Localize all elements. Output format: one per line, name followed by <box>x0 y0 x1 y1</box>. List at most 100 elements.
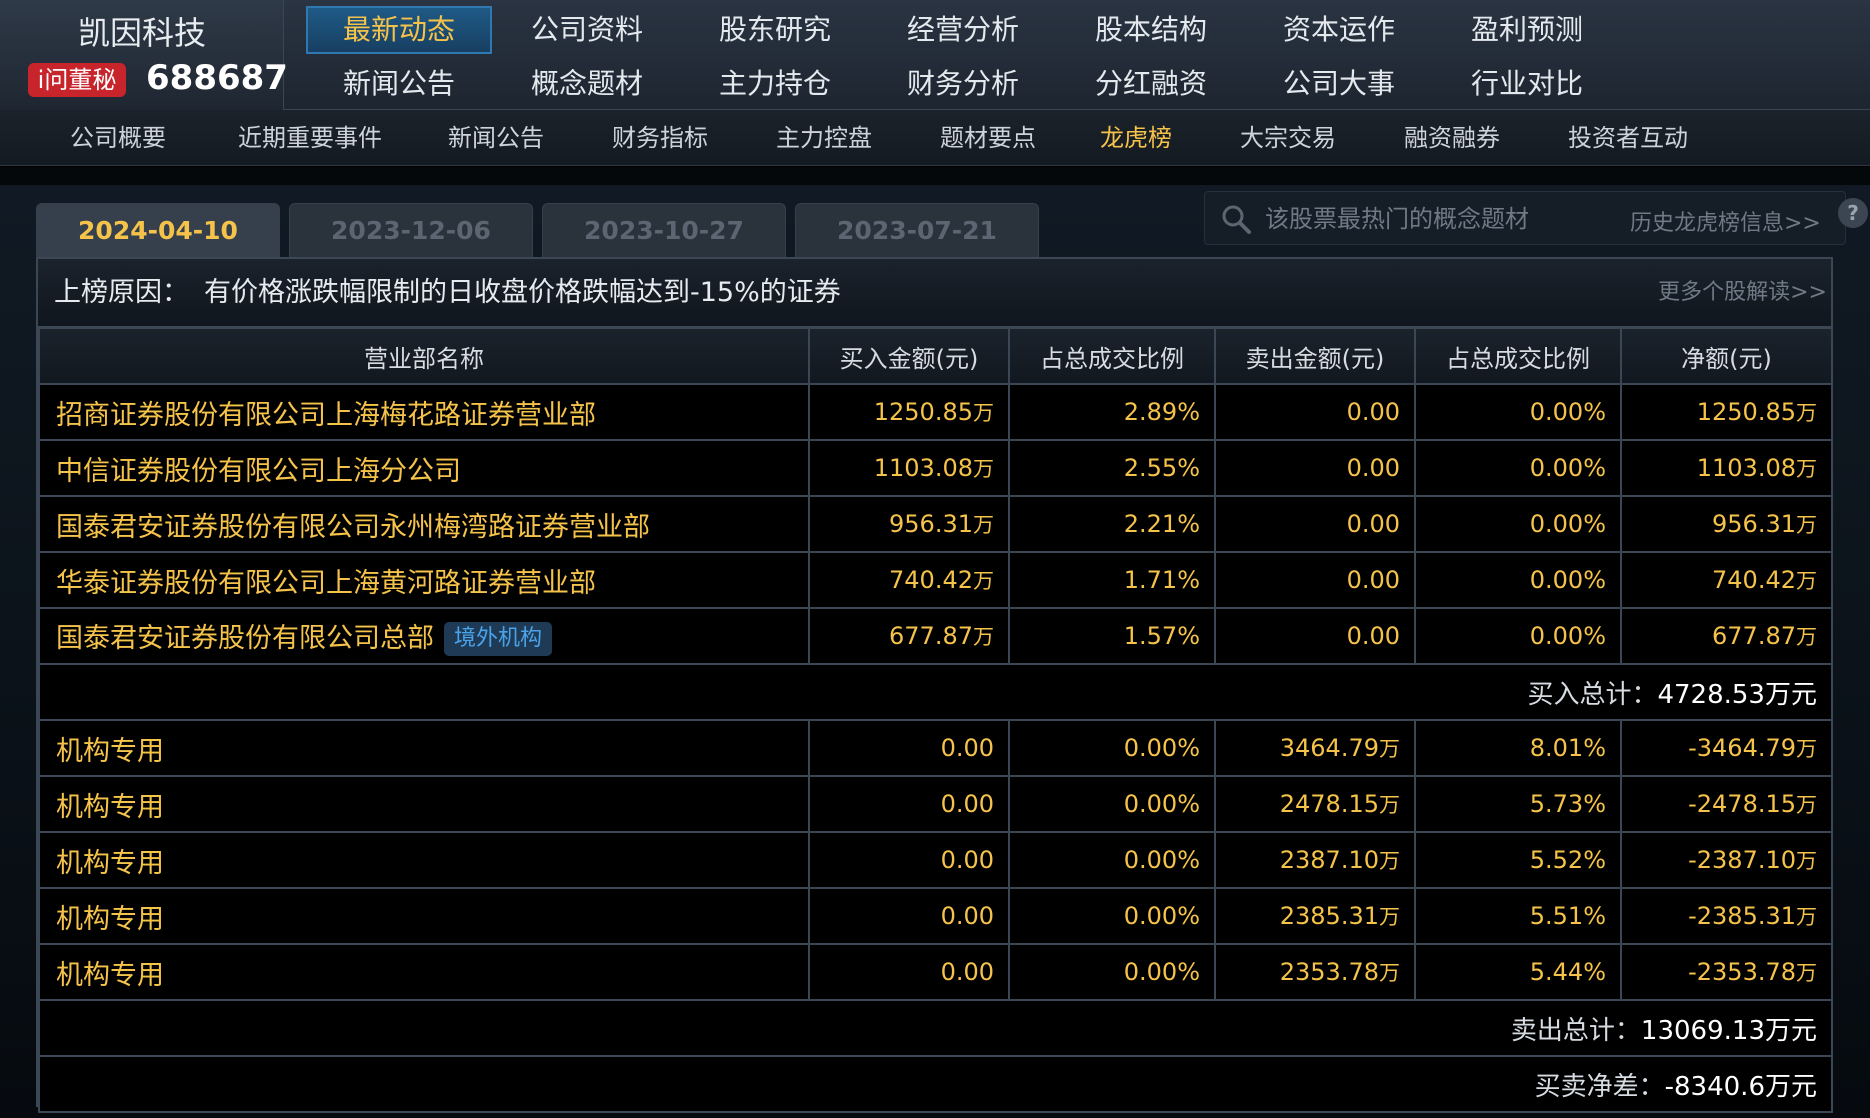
main-nav-item[interactable]: 公司大事 <box>1246 60 1432 108</box>
branch-name-cell[interactable]: 机构专用 <box>38 943 810 1001</box>
buy-total-row-label: 买入总计： <box>1527 679 1658 710</box>
cell-net: 1103.08万 <box>1620 439 1833 497</box>
reason-text: 有价格涨跌幅限制的日收盘价格跌幅达到-15%的证券 <box>204 277 841 308</box>
branch-name[interactable]: 机构专用 <box>56 960 164 991</box>
branch-name-cell[interactable]: 国泰君安证券股份有限公司总部 境外机构 <box>38 607 810 665</box>
main-nav-item[interactable]: 新闻公告 <box>306 60 492 108</box>
main-nav-item[interactable]: 股东研究 <box>682 6 868 54</box>
cell-value: 0.00 <box>1346 566 1400 594</box>
cell-value: 5.52% <box>1529 846 1606 874</box>
main-nav-item[interactable]: 股本结构 <box>1058 6 1244 54</box>
cell-value: 0.00% <box>1529 398 1606 426</box>
cell-value: 5.73% <box>1529 790 1606 818</box>
cell-sell-pct: 0.00% <box>1414 383 1622 441</box>
unit-label: 万 <box>973 513 994 537</box>
cell-sell: 2387.10万 <box>1214 831 1416 889</box>
sub-nav-item[interactable]: 投资者互动 <box>1568 110 1688 166</box>
cell-buy-pct: 0.00% <box>1008 943 1216 1001</box>
cell-value: 0.00% <box>1529 510 1606 538</box>
unit-label: 万 <box>1379 737 1400 761</box>
branch-name-cell[interactable]: 华泰证券股份有限公司上海黄河路证券营业部 <box>38 551 810 609</box>
main-nav-item[interactable]: 概念题材 <box>494 60 680 108</box>
date-tab[interactable]: 2024-04-10 <box>36 203 280 257</box>
branch-name[interactable]: 机构专用 <box>56 848 164 879</box>
cell-sell: 0.00 <box>1214 439 1416 497</box>
wendongmi-badge[interactable]: i问董秘 <box>28 63 126 97</box>
cell-value: 0.00 <box>940 958 994 986</box>
date-tab[interactable]: 2023-10-27 <box>542 203 786 257</box>
sub-nav-item[interactable]: 主力控盘 <box>776 110 872 166</box>
sub-nav-item[interactable]: 龙虎榜 <box>1100 110 1172 166</box>
sub-nav-item[interactable]: 新闻公告 <box>448 110 544 166</box>
branch-name-cell[interactable]: 机构专用 <box>38 719 810 777</box>
cell-value: 8.01% <box>1529 734 1606 762</box>
branch-name[interactable]: 华泰证券股份有限公司上海黄河路证券营业部 <box>56 568 596 599</box>
sell-total-row-cell: 卖出总计：13069.13万元 <box>38 999 1833 1057</box>
help-icon[interactable]: ? <box>1838 198 1868 228</box>
cell-value: 2.55% <box>1123 454 1200 482</box>
sub-nav-item[interactable]: 融资融券 <box>1404 110 1500 166</box>
sub-nav-item[interactable]: 财务指标 <box>612 110 708 166</box>
main-nav-item[interactable]: 行业对比 <box>1434 60 1620 108</box>
branch-name[interactable]: 国泰君安证券股份有限公司总部 <box>56 623 434 654</box>
table-row: 机构专用 0.00 0.00% 2478.15万 5.73% -2478.15万 <box>38 775 1833 833</box>
cell-sell-pct: 0.00% <box>1414 551 1622 609</box>
column-header: 占总成交比例 <box>1414 327 1622 385</box>
unit-label: 万 <box>1796 737 1817 761</box>
cell-sell-pct: 8.01% <box>1414 719 1622 777</box>
sell-total-row-value: 13069.13 <box>1640 1015 1765 1046</box>
cell-value: 0.00% <box>1529 454 1606 482</box>
cell-value: 1103.08 <box>873 454 973 482</box>
unit-label: 万 <box>1796 625 1817 649</box>
cell-value: 677.87 <box>1712 622 1796 650</box>
main-nav-item[interactable]: 最新动态 <box>306 6 492 54</box>
buy-total-row: 买入总计：4728.53万元 <box>38 663 1833 721</box>
cell-value: 740.42 <box>1712 566 1796 594</box>
branch-name-cell[interactable]: 机构专用 <box>38 831 810 889</box>
column-header: 买入金额(元) <box>808 327 1010 385</box>
main-nav-item[interactable]: 经营分析 <box>870 6 1056 54</box>
main-nav-item[interactable]: 盈利预测 <box>1434 6 1620 54</box>
cell-value: 677.87 <box>889 622 973 650</box>
sub-nav-item[interactable]: 近期重要事件 <box>238 110 382 166</box>
cell-net: -2478.15万 <box>1620 775 1833 833</box>
branch-name[interactable]: 机构专用 <box>56 904 164 935</box>
branch-name[interactable]: 国泰君安证券股份有限公司永州梅湾路证券营业部 <box>56 512 650 543</box>
cell-net: -2385.31万 <box>1620 887 1833 945</box>
cell-value: -2387.10 <box>1688 846 1796 874</box>
date-tab[interactable]: 2023-12-06 <box>289 203 533 257</box>
cell-net: -3464.79万 <box>1620 719 1833 777</box>
branch-name-cell[interactable]: 国泰君安证券股份有限公司永州梅湾路证券营业部 <box>38 495 810 553</box>
cell-value: 956.31 <box>889 510 973 538</box>
history-lhb-link[interactable]: 历史龙虎榜信息>> <box>1630 205 1821 237</box>
date-tab[interactable]: 2023-07-21 <box>795 203 1039 257</box>
unit-label: 万 <box>1796 457 1817 481</box>
main-nav-item[interactable]: 公司资料 <box>494 6 680 54</box>
sub-nav-item[interactable]: 大宗交易 <box>1240 110 1336 166</box>
net-total-row: 买卖净差：-8340.6万元 <box>38 1055 1833 1113</box>
buy-total-row-cell: 买入总计：4728.53万元 <box>38 663 1833 721</box>
branch-name[interactable]: 机构专用 <box>56 792 164 823</box>
cell-buy: 0.00 <box>808 887 1010 945</box>
column-header: 占总成交比例 <box>1008 327 1216 385</box>
branch-name[interactable]: 机构专用 <box>56 736 164 767</box>
sub-nav-item[interactable]: 公司概要 <box>70 110 166 166</box>
branch-name-cell[interactable]: 机构专用 <box>38 887 810 945</box>
main-nav-item[interactable]: 分红融资 <box>1058 60 1244 108</box>
branch-name-cell[interactable]: 机构专用 <box>38 775 810 833</box>
more-analysis-link[interactable]: 更多个股解读>> <box>1658 259 1827 327</box>
sub-nav-item[interactable]: 题材要点 <box>940 110 1036 166</box>
branch-name[interactable]: 招商证券股份有限公司上海梅花路证券营业部 <box>56 400 596 431</box>
branch-name[interactable]: 中信证券股份有限公司上海分公司 <box>56 456 461 487</box>
buy-total-row-unit: 万元 <box>1764 679 1817 710</box>
main-nav-item[interactable]: 财务分析 <box>870 60 1056 108</box>
table-row: 机构专用 0.00 0.00% 2385.31万 5.51% -2385.31万 <box>38 887 1833 945</box>
main-nav-item[interactable]: 资本运作 <box>1246 6 1432 54</box>
main-nav-item[interactable]: 主力持仓 <box>682 60 868 108</box>
brand-block: 凯因科技 i问董秘 688687 <box>0 0 288 110</box>
unit-label: 万 <box>1379 849 1400 873</box>
unit-label: 万 <box>973 625 994 649</box>
branch-name-cell[interactable]: 中信证券股份有限公司上海分公司 <box>38 439 810 497</box>
branch-name-cell[interactable]: 招商证券股份有限公司上海梅花路证券营业部 <box>38 383 810 441</box>
cell-net: 677.87万 <box>1620 607 1833 665</box>
